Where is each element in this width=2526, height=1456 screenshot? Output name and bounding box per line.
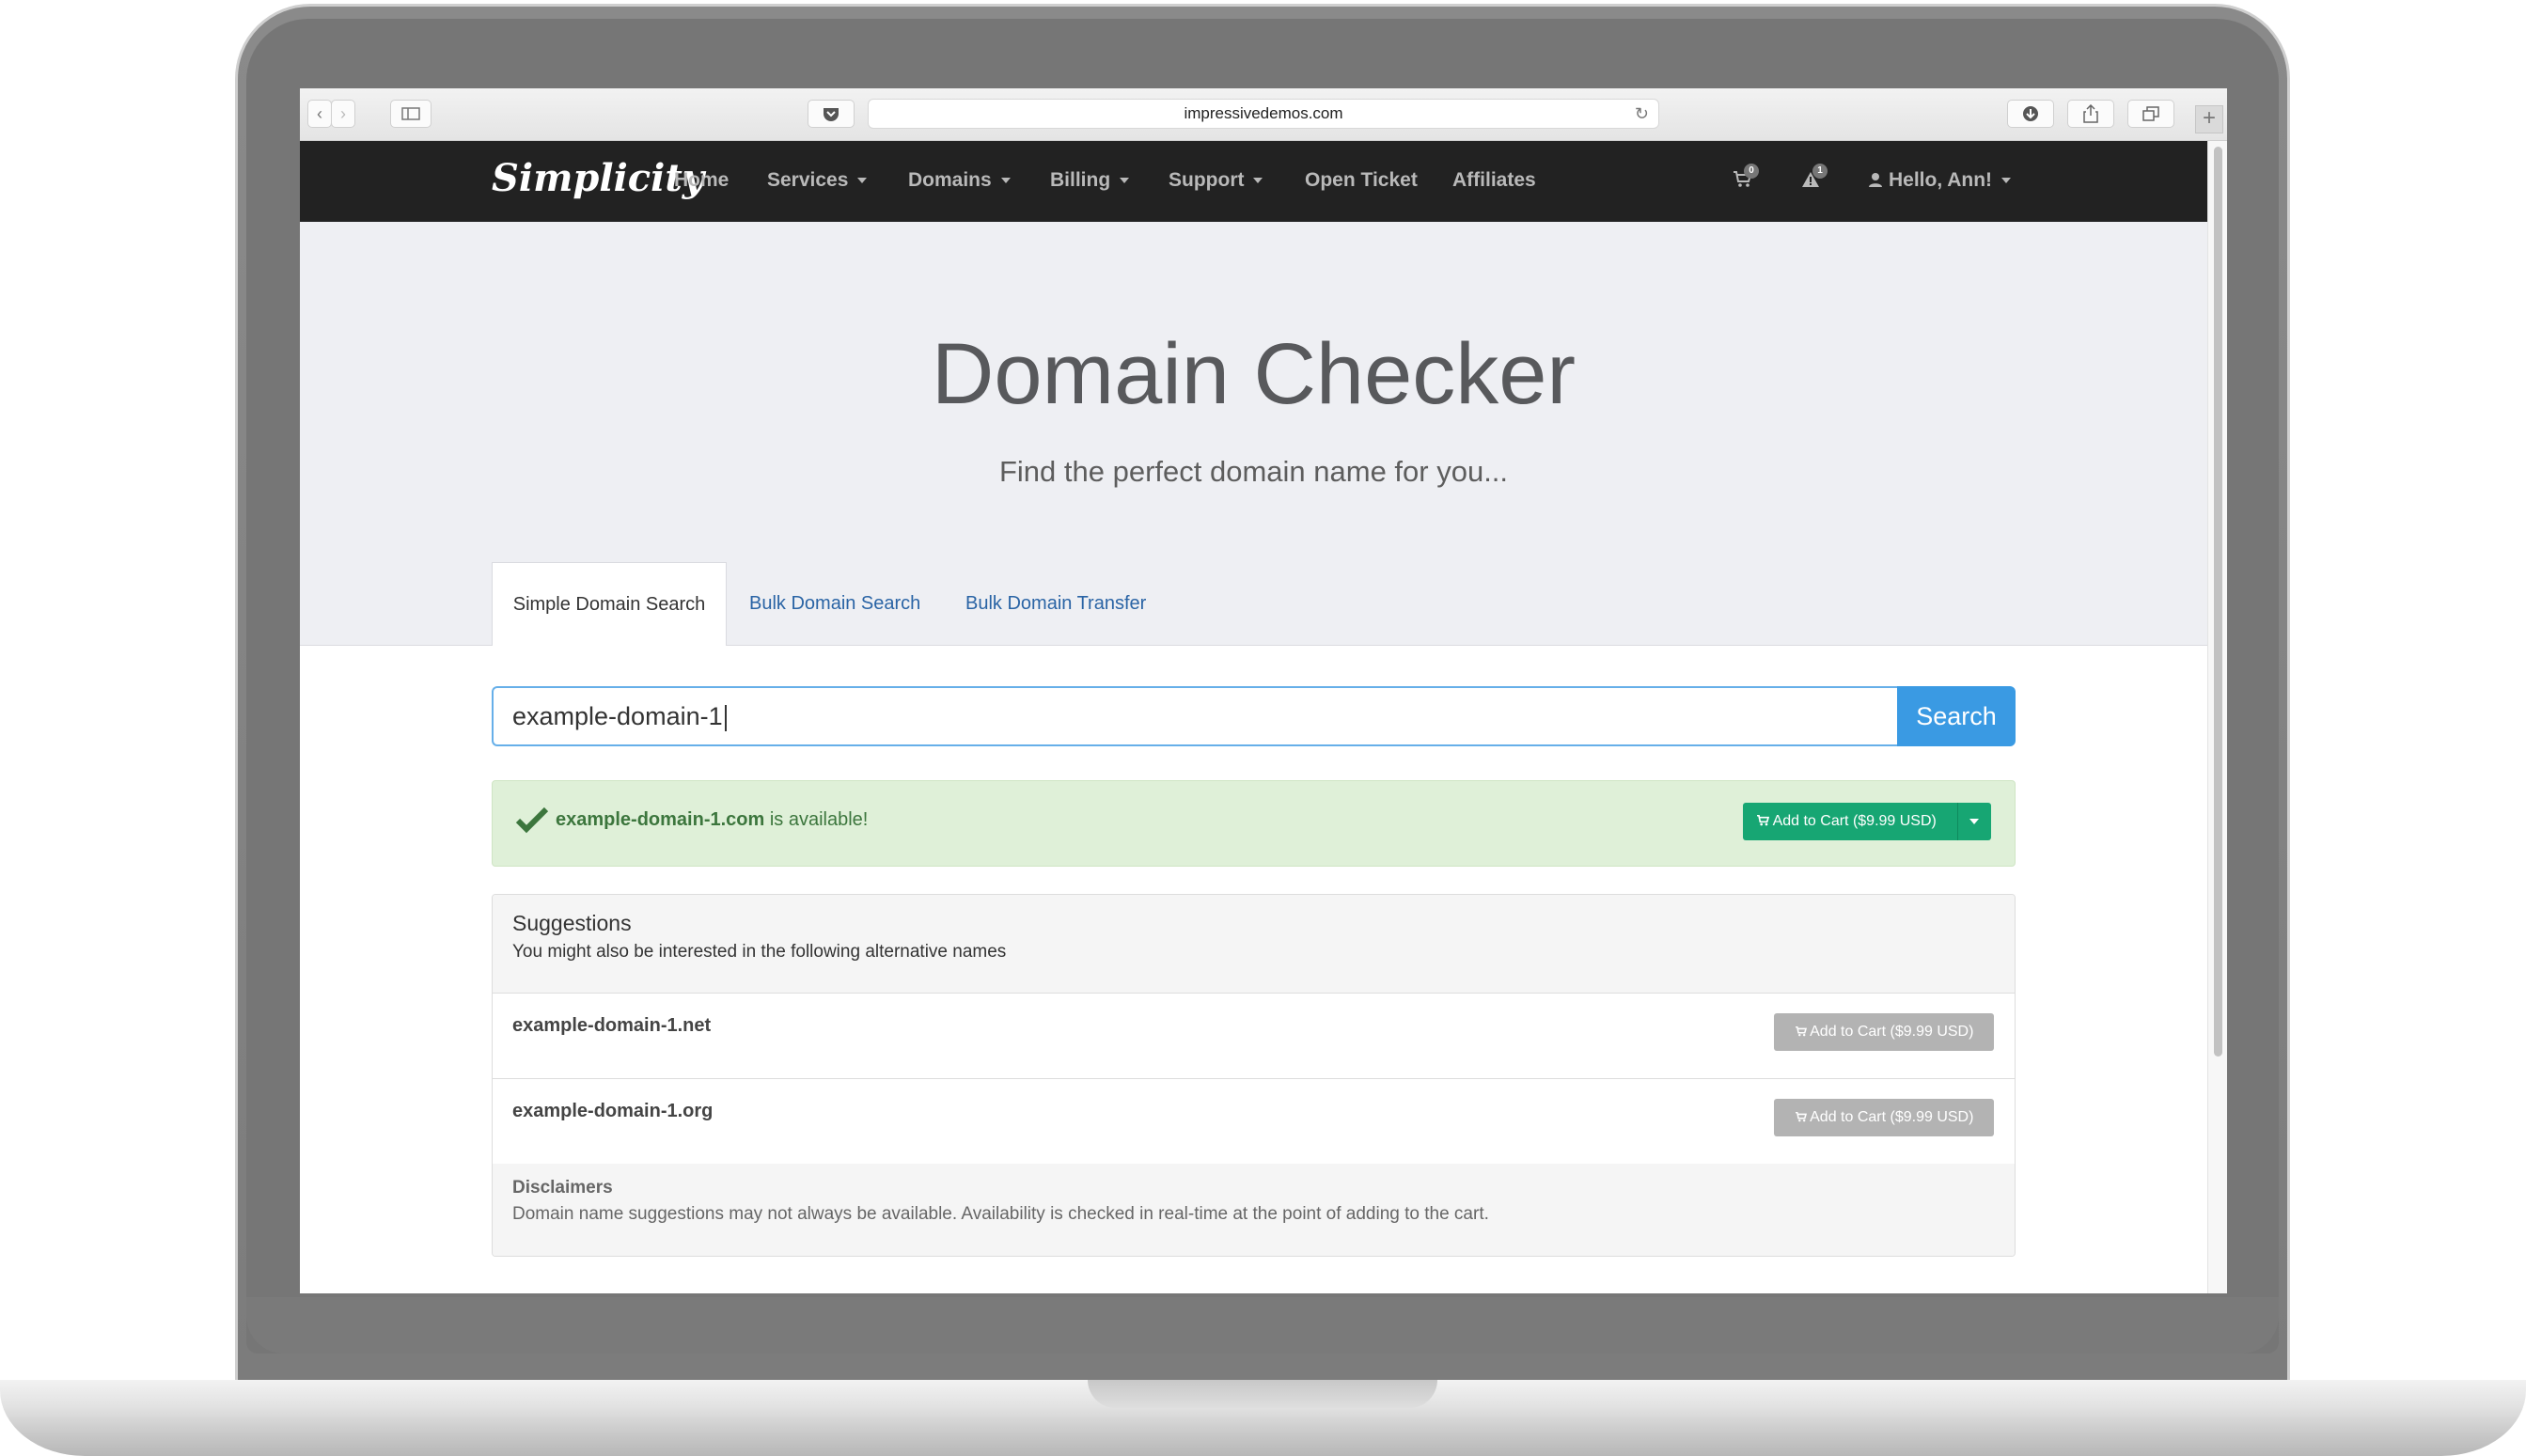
suggestions-panel: Suggestions You might also be interested… bbox=[492, 894, 2016, 1257]
browser-toolbar: ‹ › impressivedemos.com ↻ + bbox=[300, 88, 2227, 141]
chevron-down-icon bbox=[1253, 178, 1263, 184]
tab-bulk-domain-transfer[interactable]: Bulk Domain Transfer bbox=[965, 562, 1146, 645]
laptop-notch bbox=[1088, 1380, 1437, 1408]
disclaimers-footer: Disclaimers Domain name suggestions may … bbox=[493, 1164, 2015, 1256]
laptop-chin bbox=[246, 1297, 2279, 1354]
suggestions-header: Suggestions You might also be interested… bbox=[493, 895, 2015, 994]
cart-icon bbox=[1795, 1025, 1807, 1037]
forward-icon[interactable]: › bbox=[331, 100, 355, 128]
nav-home[interactable]: Home bbox=[674, 169, 729, 192]
cart-count-badge: 0 bbox=[1744, 164, 1759, 179]
search-input-value: example-domain-1 bbox=[512, 702, 723, 730]
disclaimers-title: Disclaimers bbox=[512, 1178, 613, 1198]
notifications-button[interactable]: 1 bbox=[1801, 164, 1828, 194]
search-button[interactable]: Search bbox=[1897, 686, 2016, 746]
sidebar-icon[interactable] bbox=[390, 100, 431, 128]
domain-search-input[interactable]: example-domain-1 bbox=[492, 686, 1900, 746]
button-divider bbox=[1957, 803, 1958, 840]
hero-section: Domain Checker Find the perfect domain n… bbox=[300, 222, 2207, 646]
nav-support[interactable]: Support bbox=[1169, 169, 1263, 192]
nav-domains[interactable]: Domains bbox=[908, 169, 1011, 192]
tabs-icon[interactable] bbox=[2127, 100, 2174, 128]
available-domain: example-domain-1.com bbox=[556, 809, 765, 830]
suggestions-title: Suggestions bbox=[512, 911, 632, 935]
availability-status: is available! bbox=[764, 809, 869, 830]
cart-icon bbox=[1757, 814, 1770, 826]
nav-affiliates[interactable]: Affiliates bbox=[1452, 169, 1536, 192]
notification-count-badge: 1 bbox=[1812, 164, 1828, 179]
brand-logo[interactable]: Simplicity bbox=[492, 156, 704, 200]
suggestion-row: example-domain-1.org Add to Cart ($9.99 … bbox=[493, 1079, 2015, 1165]
suggestion-domain: example-domain-1.org bbox=[512, 1101, 714, 1121]
url-bar[interactable]: impressivedemos.com ↻ bbox=[868, 99, 1659, 129]
user-menu[interactable]: Hello, Ann! bbox=[1868, 169, 2012, 192]
page-title: Domain Checker bbox=[931, 326, 1577, 422]
suggestion-row: example-domain-1.net Add to Cart ($9.99 … bbox=[493, 994, 2015, 1079]
chevron-down-icon bbox=[2001, 178, 2012, 184]
screen: ‹ › impressivedemos.com ↻ + Simplicity H… bbox=[300, 88, 2227, 1293]
chevron-down-icon bbox=[857, 178, 868, 184]
new-tab-button[interactable]: + bbox=[2195, 105, 2223, 133]
chevron-down-icon[interactable] bbox=[1969, 819, 1979, 824]
availability-alert: example-domain-1.com is available! Add t… bbox=[492, 780, 2016, 867]
cart-nav-button[interactable]: 0 bbox=[1733, 164, 1759, 194]
user-icon bbox=[1869, 173, 1882, 187]
site-navbar: Simplicity Home Services Domains Billing… bbox=[300, 141, 2207, 222]
checkmark-icon bbox=[515, 806, 549, 834]
add-to-cart-button[interactable]: Add to Cart ($9.99 USD) bbox=[1774, 1013, 1994, 1051]
suggestions-subtitle: You might also be interested in the foll… bbox=[512, 942, 1007, 962]
add-to-cart-button[interactable]: Add to Cart ($9.99 USD) bbox=[1774, 1099, 1994, 1136]
download-icon[interactable] bbox=[2007, 100, 2054, 128]
scrollbar-thumb[interactable] bbox=[2214, 147, 2222, 1057]
suggestion-domain: example-domain-1.net bbox=[512, 1015, 712, 1036]
add-to-cart-label: Add to Cart ($9.99 USD) bbox=[1756, 813, 1937, 830]
share-icon[interactable] bbox=[2067, 100, 2114, 128]
nav-services[interactable]: Services bbox=[767, 169, 868, 192]
availability-message: example-domain-1.com is available! bbox=[556, 809, 868, 831]
nav-open-ticket[interactable]: Open Ticket bbox=[1305, 169, 1418, 192]
cart-icon bbox=[1795, 1111, 1807, 1122]
tab-simple-domain-search[interactable]: Simple Domain Search bbox=[492, 562, 727, 646]
disclaimers-text: Domain name suggestions may not always b… bbox=[512, 1204, 1489, 1224]
chevron-down-icon bbox=[1120, 178, 1130, 184]
reload-icon[interactable]: ↻ bbox=[1635, 100, 1649, 128]
tab-bulk-domain-search[interactable]: Bulk Domain Search bbox=[749, 562, 920, 645]
back-icon[interactable]: ‹ bbox=[307, 100, 332, 128]
url-text: impressivedemos.com bbox=[1184, 104, 1343, 122]
chevron-down-icon bbox=[1000, 178, 1011, 184]
pocket-icon[interactable] bbox=[808, 100, 855, 128]
text-cursor bbox=[724, 704, 727, 731]
page-subtitle: Find the perfect domain name for you... bbox=[998, 455, 1509, 488]
nav-billing[interactable]: Billing bbox=[1050, 169, 1130, 192]
add-to-cart-button[interactable]: Add to Cart ($9.99 USD) bbox=[1743, 803, 1991, 840]
